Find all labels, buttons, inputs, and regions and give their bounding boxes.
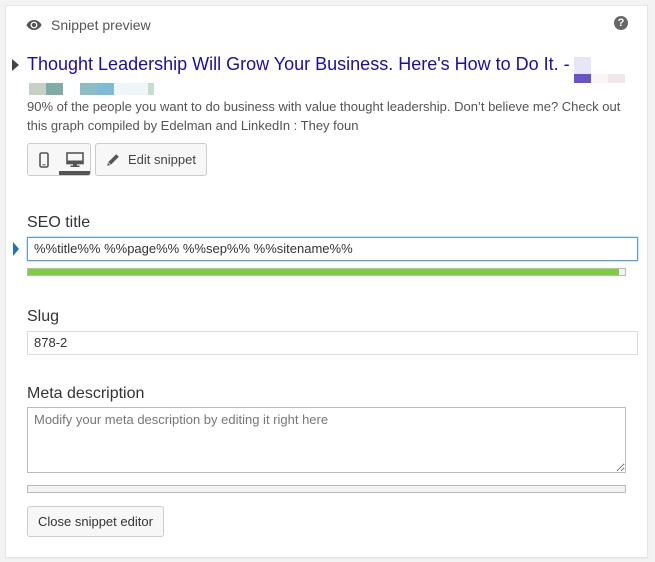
desktop-icon [65,151,84,167]
seo-title-input[interactable] [27,237,638,261]
pencil-icon [107,153,119,166]
caret-right-icon [12,59,19,71]
focus-indicator-icon [13,242,19,256]
seo-title-label: SEO title [27,214,91,231]
desktop-preview-button[interactable] [59,144,90,175]
blurred-title-suffix [574,57,626,83]
mobile-icon [38,151,49,168]
eye-icon [26,20,42,30]
seo-title-progress-bar [27,268,626,276]
mobile-preview-button[interactable] [28,144,59,175]
snippet-preview-header: Snippet preview [26,15,151,35]
seo-title-progress-fill [28,269,620,275]
device-toggle-group [27,143,91,176]
slug-label: Slug [27,308,60,325]
meta-description-textarea[interactable] [27,407,626,473]
snippet-preview-title: Snippet preview [51,17,151,33]
question-circle-icon[interactable]: ? [614,16,628,30]
snippet-editor-panel: Snippet preview ? Thought Leadership Wil… [5,5,648,558]
snippet-description-preview: 90% of the people you want to do busines… [27,99,621,133]
blurred-url-preview [29,83,154,95]
slug-input[interactable] [27,331,638,355]
close-snippet-editor-button[interactable]: Close snippet editor [27,506,164,537]
meta-description-label: Meta description [27,385,145,402]
snippet-toolbar: Edit snippet [27,143,207,176]
edit-snippet-button[interactable]: Edit snippet [95,143,207,176]
edit-snippet-label: Edit snippet [128,152,196,167]
snippet-title-preview[interactable]: Thought Leadership Will Grow Your Busine… [27,54,570,75]
meta-description-progress-bar [27,485,626,493]
